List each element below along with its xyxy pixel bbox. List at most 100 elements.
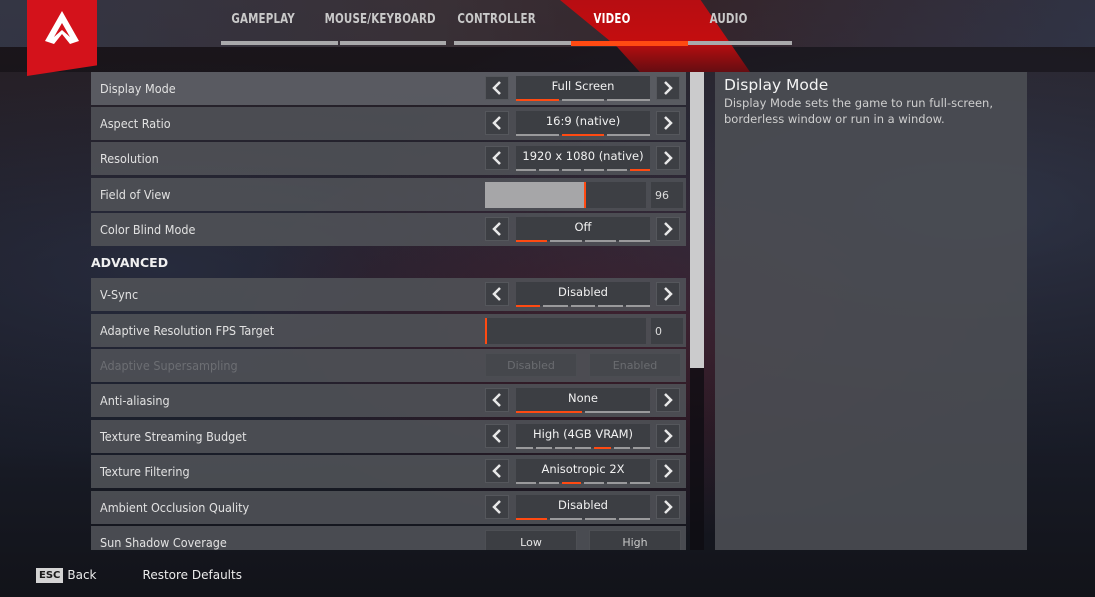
option-indicator bbox=[516, 240, 650, 242]
option-indicator-active bbox=[516, 305, 541, 307]
chevron-left-icon bbox=[492, 429, 501, 443]
setting-row-display-mode[interactable]: Display Mode Full Screen bbox=[91, 72, 686, 105]
option-indicator bbox=[516, 305, 651, 307]
option-indicator-segment bbox=[618, 518, 650, 520]
chevron-left-icon bbox=[492, 222, 501, 236]
fps-target-slider[interactable] bbox=[485, 318, 646, 344]
previous-option-button[interactable] bbox=[485, 282, 509, 306]
option-indicator-segment bbox=[613, 447, 631, 449]
setting-row-color-blind-mode[interactable]: Color Blind Mode Off bbox=[91, 213, 686, 246]
apex-logo-icon bbox=[45, 11, 79, 44]
option-indicator-segment bbox=[625, 305, 651, 307]
option-indicator-segment bbox=[561, 99, 605, 101]
setting-row-aspect-ratio[interactable]: Aspect Ratio 16:9 (native) bbox=[91, 107, 686, 140]
chevron-right-icon bbox=[664, 500, 673, 514]
option-indicator bbox=[516, 518, 650, 520]
tab-controller-underline bbox=[454, 41, 572, 45]
slider-handle[interactable] bbox=[485, 318, 487, 344]
next-option-button[interactable] bbox=[656, 146, 680, 170]
settings-scrollbar[interactable] bbox=[690, 72, 704, 550]
chevron-right-icon bbox=[664, 81, 673, 95]
setting-label: Ambient Occlusion Quality bbox=[100, 500, 250, 515]
option-indicator-segment bbox=[561, 169, 582, 171]
setting-row-anti-aliasing[interactable]: Anti-aliasing None bbox=[91, 384, 686, 417]
next-option-button[interactable] bbox=[656, 388, 680, 412]
slider-value: 96 bbox=[651, 182, 683, 208]
selector-value: High (4GB VRAM) bbox=[516, 424, 650, 448]
option-indicator-segment bbox=[607, 99, 651, 101]
next-option-button[interactable] bbox=[656, 111, 680, 135]
tab-gameplay[interactable]: GAMEPLAY bbox=[210, 0, 316, 47]
next-option-button[interactable] bbox=[656, 424, 680, 448]
slider-handle[interactable] bbox=[584, 182, 586, 208]
chevron-left-icon bbox=[492, 151, 501, 165]
chevron-right-icon bbox=[664, 116, 673, 130]
apex-logo bbox=[27, 0, 97, 76]
previous-option-button[interactable] bbox=[485, 146, 509, 170]
setting-row-texture-filtering[interactable]: Texture Filtering Anisotropic 2X bbox=[91, 455, 686, 488]
back-button[interactable]: ESC Back bbox=[36, 567, 97, 583]
previous-option-button[interactable] bbox=[485, 111, 509, 135]
tab-audio[interactable]: AUDIO bbox=[680, 0, 778, 47]
option-enabled-button: Enabled bbox=[589, 353, 681, 377]
next-option-button[interactable] bbox=[656, 495, 680, 519]
chevron-right-icon bbox=[664, 393, 673, 407]
option-indicator-segment bbox=[633, 447, 651, 449]
tab-mouse-keyboard[interactable]: MOUSE/KEYBOARD bbox=[322, 0, 438, 47]
option-indicator-segment bbox=[598, 305, 623, 307]
setting-row-field-of-view[interactable]: Field of View 96 bbox=[91, 178, 686, 211]
chevron-right-icon bbox=[664, 429, 673, 443]
option-indicator-segment bbox=[555, 447, 572, 449]
option-indicator-segment bbox=[574, 447, 592, 449]
option-indicator-segment bbox=[516, 134, 559, 136]
option-high-button[interactable]: High bbox=[589, 530, 681, 550]
tab-audio-underline bbox=[688, 41, 792, 45]
fov-slider[interactable] bbox=[485, 182, 646, 208]
chevron-right-icon bbox=[664, 464, 673, 478]
option-indicator bbox=[516, 447, 651, 449]
option-indicator-active bbox=[630, 169, 650, 171]
previous-option-button[interactable] bbox=[485, 424, 509, 448]
setting-row-sun-shadow-coverage[interactable]: Sun Shadow Coverage Low High bbox=[91, 526, 686, 550]
option-indicator-active bbox=[594, 447, 611, 449]
setting-row-adaptive-resolution-fps-target[interactable]: Adaptive Resolution FPS Target 0 bbox=[91, 314, 686, 347]
tab-video[interactable]: VIDEO bbox=[562, 0, 662, 47]
setting-row-texture-streaming-budget[interactable]: Texture Streaming Budget High (4GB VRAM) bbox=[91, 420, 686, 453]
option-indicator bbox=[516, 482, 650, 484]
option-indicator bbox=[516, 99, 651, 101]
option-indicator-segment bbox=[607, 169, 628, 171]
previous-option-button[interactable] bbox=[485, 76, 509, 100]
tab-controller[interactable]: CONTROLLER bbox=[442, 0, 552, 47]
option-indicator-segment bbox=[543, 305, 568, 307]
tab-label: MOUSE/KEYBOARD bbox=[324, 12, 436, 27]
esc-key-icon: ESC bbox=[36, 567, 64, 583]
next-option-button[interactable] bbox=[656, 282, 680, 306]
setting-row-v-sync[interactable]: V-Sync Disabled bbox=[91, 278, 686, 311]
previous-option-button[interactable] bbox=[485, 388, 509, 412]
option-indicator-segment bbox=[516, 447, 533, 449]
restore-defaults-button[interactable]: Restore Defaults bbox=[143, 568, 242, 582]
next-option-button[interactable] bbox=[656, 459, 680, 483]
option-indicator-active bbox=[516, 518, 548, 520]
selector-value: 16:9 (native) bbox=[516, 111, 650, 135]
previous-option-button[interactable] bbox=[485, 495, 509, 519]
setting-row-ambient-occlusion-quality[interactable]: Ambient Occlusion Quality Disabled bbox=[91, 491, 686, 524]
previous-option-button[interactable] bbox=[485, 459, 509, 483]
tab-label: GAMEPLAY bbox=[231, 12, 295, 27]
previous-option-button[interactable] bbox=[485, 217, 509, 241]
option-low-button[interactable]: Low bbox=[485, 530, 577, 550]
setting-label: Texture Filtering bbox=[100, 464, 190, 479]
next-option-button[interactable] bbox=[656, 217, 680, 241]
tab-label: CONTROLLER bbox=[457, 12, 537, 27]
option-indicator-segment bbox=[584, 240, 616, 242]
back-label: Back bbox=[67, 568, 97, 582]
description-title: Display Mode bbox=[724, 76, 829, 94]
scrollbar-thumb[interactable] bbox=[690, 72, 704, 368]
option-indicator-segment bbox=[538, 169, 559, 171]
selector-value: Anisotropic 2X bbox=[516, 459, 650, 483]
slider-fill bbox=[485, 182, 585, 208]
option-indicator-segment bbox=[550, 240, 582, 242]
setting-row-resolution[interactable]: Resolution 1920 x 1080 (native) bbox=[91, 142, 686, 175]
next-option-button[interactable] bbox=[656, 76, 680, 100]
option-indicator-active bbox=[516, 99, 559, 101]
